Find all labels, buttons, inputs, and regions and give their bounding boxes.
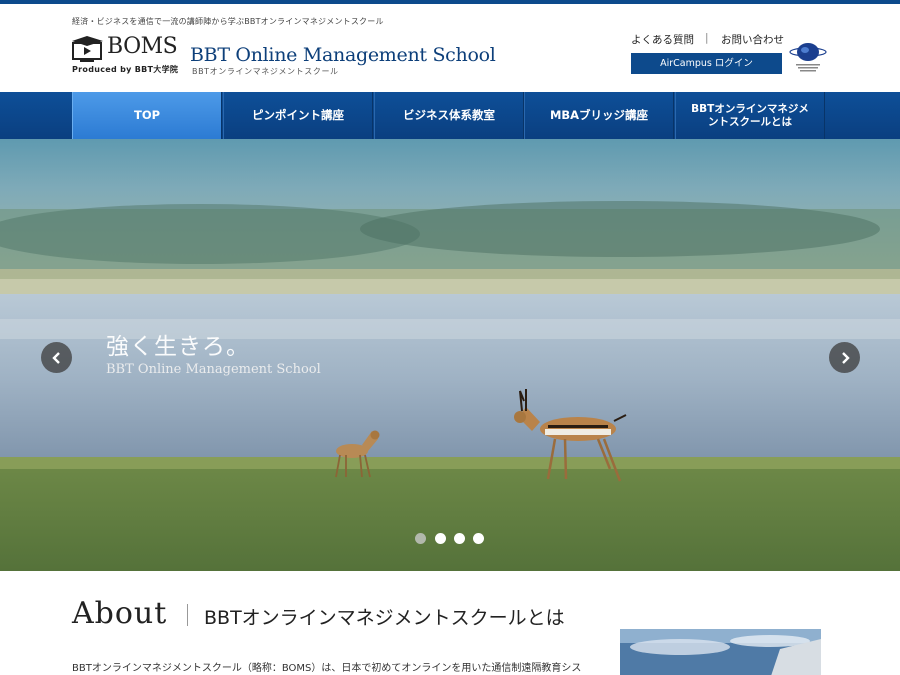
about-heading-divider (187, 604, 188, 626)
school-name-jp: BBTオンラインマネジメントスクール (192, 67, 339, 76)
boms-logo-text: BOMS (107, 34, 178, 59)
nav-item-about[interactable]: BBTオンラインマネジメントスクールとは (675, 92, 825, 139)
chevron-left-icon (51, 351, 60, 364)
nav-item-top[interactable]: TOP (72, 92, 222, 139)
carousel-dot-2[interactable] (435, 533, 446, 544)
carousel-dot-3[interactable] (454, 533, 465, 544)
about-heading-jp: BBTオンラインマネジメントスクールとは (204, 607, 565, 629)
tv-mortarboard-icon (72, 36, 103, 62)
school-name[interactable]: BBT Online Management School (190, 44, 496, 66)
utility-links: よくある質問 | お問い合わせ (631, 32, 791, 48)
hero-carousel: 強く生きろ。 BBT Online Management School (0, 139, 900, 571)
nav-item-business-system[interactable]: ビジネス体系教室 (374, 92, 524, 139)
chevron-right-icon (841, 351, 850, 364)
nav-item-mba-bridge[interactable]: MBAブリッジ講座 (524, 92, 674, 139)
hero-title: 強く生きろ。 (106, 334, 250, 360)
carousel-dot-4[interactable] (473, 533, 484, 544)
boms-logo[interactable]: BOMS Produced by BBT大学院 (72, 34, 182, 76)
nav-item-pinpoint[interactable]: ピンポイント講座 (223, 92, 373, 139)
contact-link[interactable]: お問い合わせ (721, 32, 784, 47)
link-separator: | (705, 32, 709, 44)
about-aerial-image (620, 629, 821, 675)
site-tagline: 経済・ビジネスを通信で一流の講師陣から学ぶBBTオンラインマネジメントスクール (72, 17, 384, 26)
site-header: 経済・ビジネスを通信で一流の講師陣から学ぶBBTオンラインマネジメントスクール … (0, 4, 900, 92)
logo-produced-by: Produced by BBT大学院 (72, 65, 179, 74)
main-nav: TOP ピンポイント講座 ビジネス体系教室 MBAブリッジ講座 BBTオンライン… (0, 92, 900, 139)
carousel-next-button[interactable] (829, 342, 860, 373)
carousel-prev-button[interactable] (41, 342, 72, 373)
faq-link[interactable]: よくある質問 (631, 32, 694, 47)
about-heading-en: About (72, 596, 168, 631)
hero-subtitle: BBT Online Management School (106, 362, 321, 377)
globe-badge-icon[interactable] (788, 38, 828, 76)
carousel-dot-1[interactable] (415, 533, 426, 544)
carousel-dots (415, 533, 495, 545)
aircampus-login-button[interactable]: AirCampus ログイン (631, 53, 782, 74)
about-body-text: BBTオンラインマネジメントスクール（略称：BOMS）は、日本で初めてオンライン… (72, 663, 582, 674)
